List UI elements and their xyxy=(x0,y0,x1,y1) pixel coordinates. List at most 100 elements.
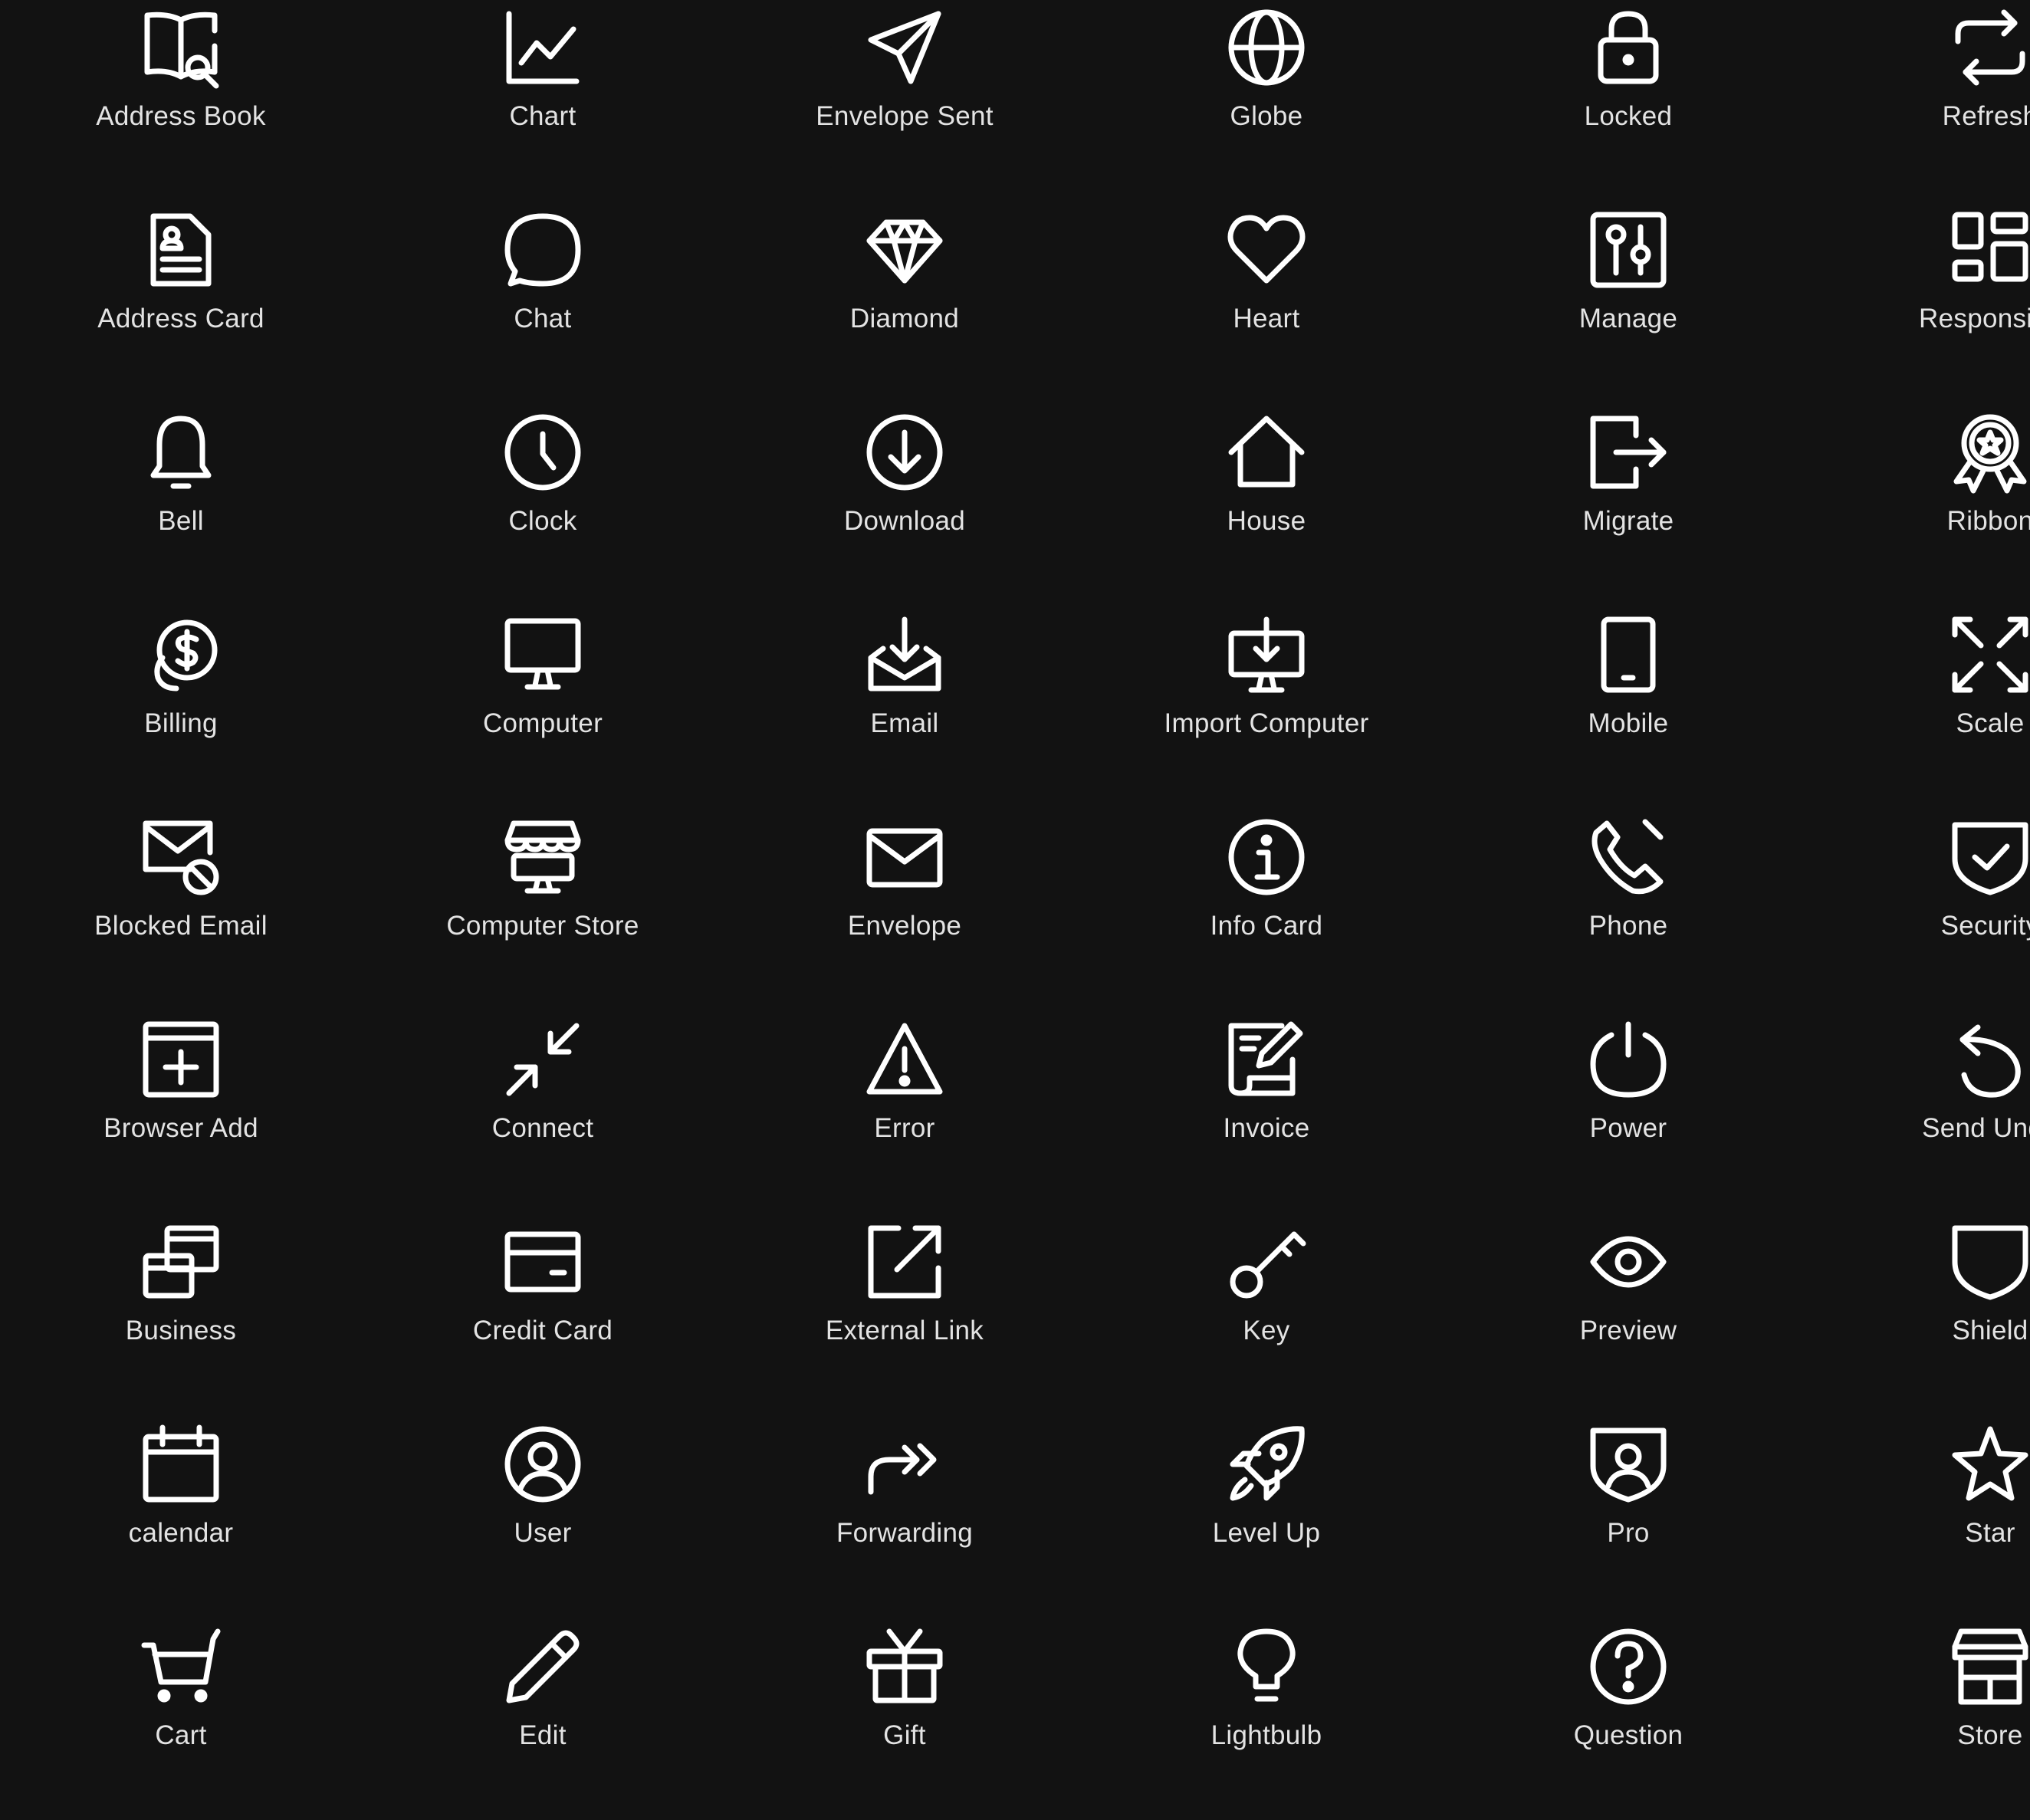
icon-label: Credit Card xyxy=(472,1316,613,1345)
computer-icon xyxy=(504,618,581,690)
icon-tile: Security xyxy=(1809,810,2030,1010)
icon-label: Diamond xyxy=(849,304,960,333)
icon-label: Import Computer xyxy=(1164,708,1369,738)
key-icon xyxy=(1230,1231,1306,1299)
icon-label: Manage xyxy=(1578,304,1678,333)
icon-tile: Blocked Email xyxy=(0,810,362,1010)
connect-icon xyxy=(506,1023,580,1096)
icon-tile: Browser Add xyxy=(0,1012,362,1213)
ribbon-icon xyxy=(1953,414,2027,494)
icon-tile: Power xyxy=(1447,1012,1809,1213)
icon-tile: Envelope Sent xyxy=(724,0,1086,201)
icon-label: Globe xyxy=(1230,101,1303,131)
icon-tile: Globe xyxy=(1086,0,1447,201)
icon-label: Lightbulb xyxy=(1210,1720,1322,1750)
external-link-icon xyxy=(868,1225,941,1299)
icon-tile: Diamond xyxy=(724,202,1086,403)
icon-tile: Envelope xyxy=(724,810,1086,1010)
info-card-icon xyxy=(1228,819,1305,895)
question-icon xyxy=(1590,1628,1667,1705)
clock-icon xyxy=(504,414,581,491)
icon-label: Browser Add xyxy=(103,1113,258,1143)
icon-tile: Question xyxy=(1447,1619,1809,1820)
icon-label: Responsive xyxy=(1919,304,2030,333)
icon-label: Security xyxy=(1940,911,2030,941)
icon-grid: Address Book Chart Envelope Sent Globe Locke… xyxy=(0,0,2030,1753)
icon-label: Invoice xyxy=(1223,1113,1310,1143)
manage-icon xyxy=(1590,212,1667,288)
icon-tile: Shield xyxy=(1809,1214,2030,1415)
icon-label: External Link xyxy=(825,1316,984,1345)
house-icon xyxy=(1228,416,1305,488)
globe-icon xyxy=(1228,9,1305,86)
icon-tile: User xyxy=(362,1417,724,1618)
shield-icon xyxy=(1952,1225,2028,1300)
envelope-sent-icon xyxy=(868,11,941,84)
icon-tile: Email xyxy=(724,607,1086,808)
icon-label: Email xyxy=(870,708,939,738)
import-computer-icon xyxy=(1228,616,1305,693)
icon-label: Edit xyxy=(519,1720,567,1750)
icon-label: calendar xyxy=(128,1518,234,1548)
responsive-icon xyxy=(1952,212,2028,282)
icon-tile: Gift xyxy=(724,1619,1086,1820)
icon-tile: Invoice xyxy=(1086,1012,1447,1213)
icon-tile: Responsive xyxy=(1809,202,2030,403)
icon-tile: Cart xyxy=(0,1619,362,1820)
icon-tile: Key xyxy=(1086,1214,1447,1415)
heart-icon xyxy=(1227,215,1306,284)
icon-label: House xyxy=(1227,506,1306,536)
icon-tile: Address Book xyxy=(0,0,362,201)
icon-tile: House xyxy=(1086,405,1447,606)
icon-tile: Migrate xyxy=(1447,405,1809,606)
icon-tile: External Link xyxy=(724,1214,1086,1415)
security-icon xyxy=(1952,822,2028,895)
calendar-icon xyxy=(143,1424,219,1503)
icon-label: Locked xyxy=(1584,101,1673,131)
icon-label: Bell xyxy=(158,506,204,536)
icon-label: Clock xyxy=(508,506,577,536)
icon-tile: Computer xyxy=(362,607,724,808)
icon-tile: Clock xyxy=(362,405,724,606)
pro-icon xyxy=(1590,1427,1667,1503)
envelope-icon xyxy=(866,828,943,888)
icon-label: Business xyxy=(125,1316,237,1345)
send-undo-icon xyxy=(1959,1024,2021,1098)
forwarding-icon xyxy=(868,1443,937,1495)
icon-label: Computer xyxy=(482,708,603,738)
icon-label: Forwarding xyxy=(836,1518,974,1548)
user-icon xyxy=(504,1426,581,1503)
error-icon xyxy=(866,1023,943,1095)
icon-tile: Locked xyxy=(1447,0,1809,201)
chart-icon xyxy=(506,11,580,84)
browser-add-icon xyxy=(143,1021,219,1098)
icon-tile: Import Computer xyxy=(1086,607,1447,808)
icon-tile: Pro xyxy=(1447,1417,1809,1618)
icon-tile: Send Undo xyxy=(1809,1012,2030,1213)
icon-label: Envelope xyxy=(847,911,962,941)
cart-icon xyxy=(141,1628,221,1703)
icon-label: Cart xyxy=(155,1720,207,1750)
icon-tile: Error xyxy=(724,1012,1086,1213)
icon-label: Migrate xyxy=(1582,506,1674,536)
icon-label: Pro xyxy=(1607,1518,1650,1548)
icon-label: Scale xyxy=(1956,708,2025,738)
mobile-icon xyxy=(1601,616,1656,693)
gift-icon xyxy=(866,1628,943,1703)
invoice-icon xyxy=(1228,1021,1303,1096)
icon-tile: Refresh xyxy=(1809,0,2030,201)
icon-tile: Star xyxy=(1809,1417,2030,1618)
icon-tile: Phone xyxy=(1447,810,1809,1010)
icon-label: Shield xyxy=(1952,1316,2028,1345)
address-book-icon xyxy=(144,11,219,89)
icon-label: Gift xyxy=(883,1720,926,1750)
refresh-icon xyxy=(1955,9,2025,86)
icon-label: Question xyxy=(1573,1720,1683,1750)
chat-icon xyxy=(504,213,581,287)
phone-icon xyxy=(1591,819,1664,895)
icon-tile: Mobile xyxy=(1447,607,1809,808)
icon-tile: Info Card xyxy=(1086,810,1447,1010)
billing-icon xyxy=(154,619,218,692)
icon-label: Connect xyxy=(491,1113,594,1143)
icon-tile: Lightbulb xyxy=(1086,1619,1447,1820)
